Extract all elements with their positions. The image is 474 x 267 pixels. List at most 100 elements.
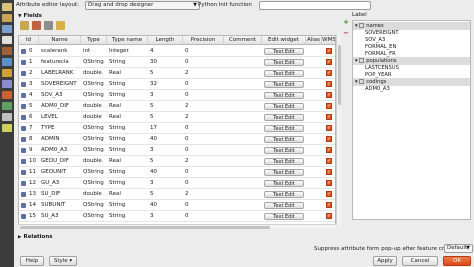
table-row[interactable]: 5 ADM0_DIF double Real 5 2 Text Edit [19,101,335,112]
edit-widget-button[interactable]: Text Edit [264,125,304,132]
table-row[interactable]: 2 LABELRANK double Real 5 2 Text Edit [19,68,335,79]
relations-section-header[interactable]: ▶ Relations [18,234,53,240]
cell-name: ADM0_A3 [41,147,68,153]
edit-widget-button[interactable]: Text Edit [264,59,304,66]
wms-checkbox[interactable] [326,70,332,76]
edit-widget-button[interactable]: Text Edit [264,48,304,55]
table-row[interactable]: 9 ADM0_A3 QString String 3 0 Text Edit [19,145,335,156]
rendering-icon[interactable] [2,47,12,55]
edit-mode-icon[interactable] [44,21,53,30]
column-header[interactable]: Comment [224,36,262,45]
style-icon[interactable] [2,14,12,22]
edit-widget-button[interactable]: Text Edit [264,114,304,121]
fields-icon[interactable] [2,36,12,44]
field-calculator-icon[interactable] [56,21,65,30]
wms-checkbox[interactable] [326,48,332,54]
table-row[interactable]: 0 scalerank int Integer 4 0 Text Edit [19,46,335,57]
cell-type: QString [83,202,104,208]
wms-checkbox[interactable] [326,136,332,142]
edit-widget-button[interactable]: Text Edit [264,213,304,220]
ok-button[interactable]: OK [443,256,471,266]
wms-checkbox[interactable] [326,180,332,186]
field-type-icon [21,104,26,109]
wms-checkbox[interactable] [326,114,332,120]
remove-item-button[interactable]: − [342,29,350,37]
tree-field[interactable]: ADM0_A3 [353,85,390,93]
table-row[interactable]: 13 SU_DIF double Real 5 2 Text Edit [19,189,335,200]
cell-length: 5 [150,103,154,109]
scroll-thumb[interactable] [338,45,341,105]
edit-widget-button[interactable]: Text Edit [264,70,304,77]
table-row[interactable]: 7 TYPE QString String 17 0 Text Edit [19,123,335,134]
edit-widget-button[interactable]: Text Edit [264,180,304,187]
edit-widget-button[interactable]: Text Edit [264,202,304,209]
edit-widget-button[interactable]: Text Edit [264,103,304,110]
metadata-icon[interactable] [2,102,12,110]
apply-button[interactable]: Apply [373,256,397,266]
column-header[interactable]: Precision [183,36,224,45]
wms-checkbox[interactable] [326,202,332,208]
cell-type-name: Real [109,191,121,197]
labels-icon[interactable] [2,25,12,33]
wms-checkbox[interactable] [326,147,332,153]
edit-widget-button[interactable]: Text Edit [264,92,304,99]
joins-icon[interactable] [2,80,12,88]
edit-widget-button[interactable]: Text Edit [264,147,304,154]
wms-checkbox[interactable] [326,103,332,109]
fields-section-header[interactable]: ▼ Fields [18,13,42,19]
column-header[interactable]: Length [148,36,183,45]
variables-icon[interactable] [2,113,12,121]
wms-checkbox[interactable] [326,125,332,131]
delete-field-icon[interactable] [32,21,41,30]
suppress-form-value: Default [447,245,468,251]
wms-checkbox[interactable] [326,191,332,197]
help-button[interactable]: Help [20,256,44,266]
table-row[interactable]: 14 SUBUNIT QString String 40 0 Text Edit [19,200,335,211]
wms-checkbox[interactable] [326,59,332,65]
table-row[interactable]: 10 GEOU_DIF double Real 5 2 Text Edit [19,156,335,167]
wms-checkbox[interactable] [326,81,332,87]
add-item-button[interactable]: + [342,18,350,26]
style-button[interactable]: Style ▾ [49,256,77,266]
edit-widget-button[interactable]: Text Edit [264,81,304,88]
chevron-down-icon: ▼ [466,245,470,251]
wms-checkbox[interactable] [326,158,332,164]
display-icon[interactable] [2,58,12,66]
edit-widget-button[interactable]: Text Edit [264,191,304,198]
column-header[interactable]: WMS [322,36,335,45]
column-header[interactable]: Alias [306,36,322,45]
column-header[interactable]: Type name [107,36,148,45]
edit-widget-button[interactable]: Text Edit [264,136,304,143]
diagrams-icon[interactable] [2,91,12,99]
field-type-icon [21,192,26,197]
wms-checkbox[interactable] [326,213,332,219]
cell-name: SU_A3 [41,213,59,219]
table-vertical-scrollbar[interactable] [336,35,341,225]
general-icon[interactable] [2,3,12,11]
wms-checkbox[interactable] [326,169,332,175]
cancel-button[interactable]: Cancel [402,256,438,266]
column-header[interactable]: Name [39,36,81,45]
edit-widget-button[interactable]: Text Edit [264,169,304,176]
table-row[interactable]: 1 featurecla QString String 30 0 Text Edit [19,57,335,68]
python-init-field[interactable] [259,1,371,10]
table-row[interactable]: 4 SOV_A3 QString String 3 0 Text Edit [19,90,335,101]
column-header[interactable]: Id [19,36,39,45]
table-row[interactable]: 11 GEOUNIT QString String 40 0 Text Edit [19,167,335,178]
actions-icon[interactable] [2,69,12,77]
legend-icon[interactable] [2,124,12,132]
scroll-thumb[interactable] [20,226,270,229]
column-header[interactable]: Type [81,36,107,45]
new-field-icon[interactable] [20,21,29,30]
table-row[interactable]: 15 SU_A3 QString String 3 0 Text Edit [19,211,335,222]
table-horizontal-scrollbar[interactable] [18,224,336,229]
wms-checkbox[interactable] [326,92,332,98]
table-row[interactable]: 6 LEVEL double Real 5 2 Text Edit [19,112,335,123]
layout-combo[interactable]: Drag and drop designer ▼ [85,1,200,10]
table-row[interactable]: 8 ADMIN QString String 40 0 Text Edit [19,134,335,145]
table-row[interactable]: 3 SOVEREIGNT QString String 32 0 Text Edit [19,79,335,90]
suppress-form-combo[interactable]: Default ▼ [444,244,473,253]
column-header[interactable]: Edit widget [262,36,306,45]
table-row[interactable]: 12 GU_A3 QString String 3 0 Text Edit [19,178,335,189]
edit-widget-button[interactable]: Text Edit [264,158,304,165]
